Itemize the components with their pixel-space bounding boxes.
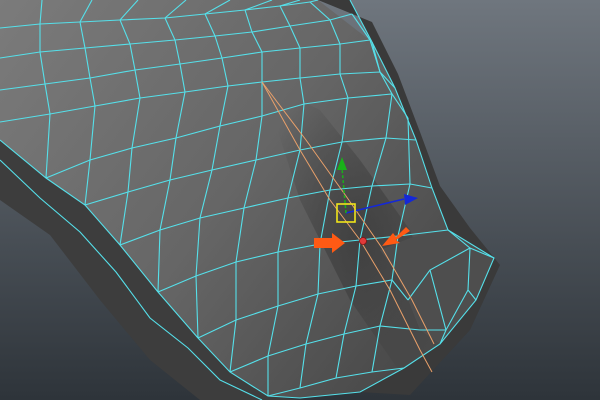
pivot-point-icon xyxy=(359,237,367,245)
viewport-canvas[interactable] xyxy=(0,0,600,400)
3d-viewport[interactable] xyxy=(0,0,600,400)
